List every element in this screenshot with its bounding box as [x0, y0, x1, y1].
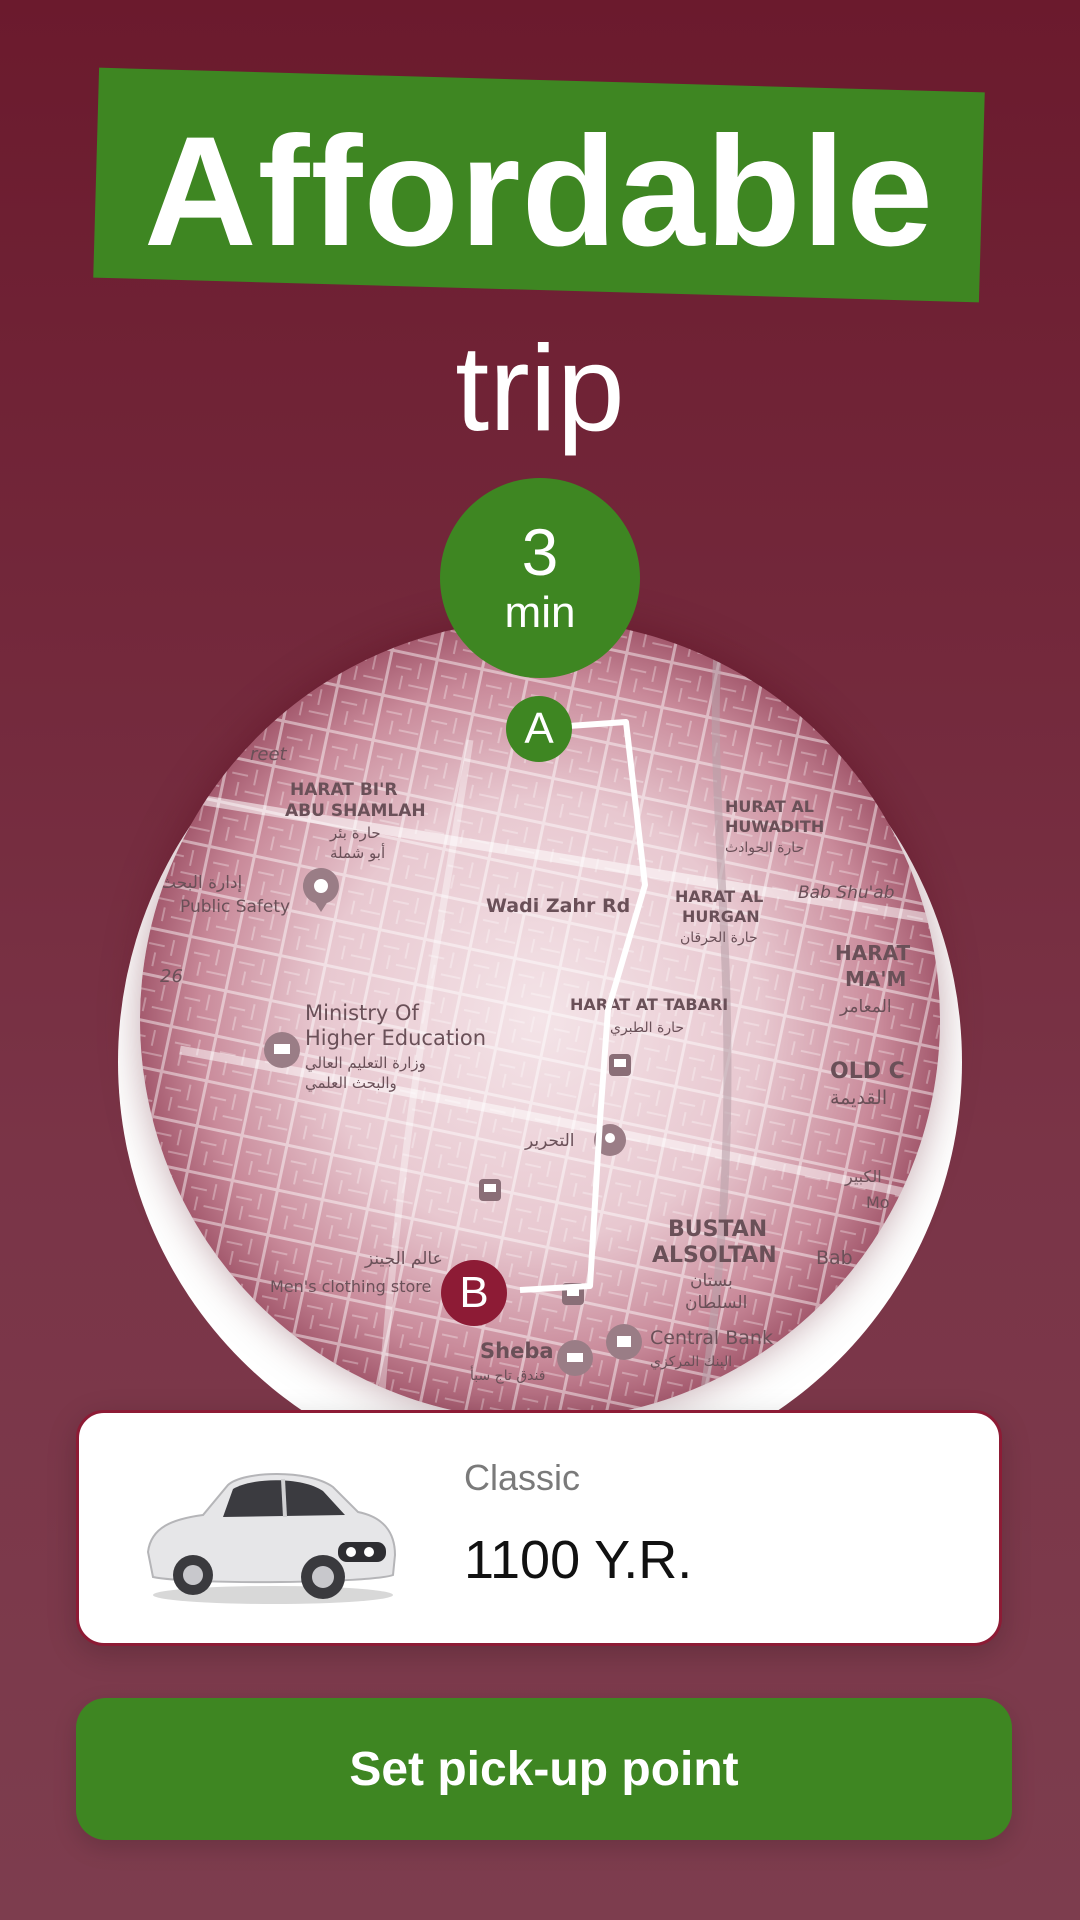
headline-title: Affordable	[144, 104, 934, 279]
eta-badge: 3 min	[440, 478, 640, 678]
car-icon	[146, 1473, 397, 1604]
map-label: القديمة	[830, 1087, 887, 1109]
map-label: حارة الطبري	[610, 1020, 684, 1036]
set-pickup-point-button[interactable]: Set pick-up point	[76, 1698, 1012, 1840]
map-label: Bab	[816, 1247, 853, 1269]
map-label: Hospi	[860, 755, 905, 774]
map-label: Central Bank	[650, 1327, 773, 1349]
map-label: بستان	[690, 1271, 733, 1291]
pickup-marker[interactable]: A	[506, 696, 572, 762]
map-label: وزارة التعليم العالي	[305, 1054, 426, 1073]
map-label: عالم الجينز	[364, 1249, 443, 1269]
map-label: OLD C	[830, 1059, 905, 1084]
map-label: HARAT AL	[675, 887, 763, 906]
map-label: السلطان	[685, 1293, 747, 1313]
map-label: HURGAN	[682, 907, 760, 926]
bus-stop-icon	[609, 1054, 631, 1076]
ride-option-card[interactable]: Classic 1100 Y.R.	[76, 1410, 1002, 1646]
ride-price: 1100 Y.R.	[464, 1530, 693, 1590]
map-label: MA'M	[845, 967, 906, 991]
map-label: BUSTAN	[668, 1217, 767, 1242]
map-label: HARAT	[835, 941, 911, 965]
map-label: Men's clothing store	[270, 1277, 431, 1296]
map-label: reet	[250, 744, 288, 765]
eta-unit: min	[504, 587, 576, 637]
map-label: Public Safety	[180, 897, 290, 917]
map-label: حارة الحرقان	[680, 930, 758, 946]
map-label: حارة بئر	[329, 824, 381, 842]
map-label: HURAT AL	[725, 797, 814, 816]
bus-stop-icon	[479, 1179, 501, 1201]
map-label: فندق تاج سبأ	[470, 1365, 545, 1384]
map-label: حارة الحوادث	[725, 840, 804, 856]
map-label: ABU SHAMLAH	[285, 801, 426, 821]
map-label: البنك المركزي	[650, 1354, 732, 1370]
map-label: الكبير	[844, 1167, 882, 1187]
poi-pin-icon	[557, 1340, 593, 1376]
map-label: Sheba	[480, 1339, 554, 1363]
ride-class-label: Classic	[464, 1457, 581, 1498]
map-label: HARAT BI'R	[290, 780, 397, 800]
poi-pin-icon	[606, 1324, 642, 1360]
map-label: أبو شملة	[330, 843, 385, 862]
map-label: والبحث العلمي	[305, 1074, 397, 1093]
map-label: Ministry Of	[305, 1001, 420, 1025]
map-label: 26	[160, 966, 183, 987]
headline-subtitle: trip	[455, 320, 625, 456]
map-label: Mo	[866, 1193, 890, 1212]
poi-pin-icon	[264, 1032, 300, 1068]
map-label: Bab Shu'ab	[798, 883, 895, 903]
map-label: HUWADITH	[725, 817, 824, 836]
map-label: التحرير	[524, 1131, 575, 1151]
map-label: Higher Education	[305, 1026, 486, 1050]
eta-value: 3	[521, 514, 559, 589]
map-label: HARAT AT TABARI	[570, 995, 728, 1014]
dropoff-marker[interactable]: B	[441, 1260, 507, 1326]
map-label: إدارة البحث	[160, 873, 242, 893]
map-label: ALSOLTAN	[652, 1243, 777, 1268]
map-label: المعامر	[839, 997, 892, 1017]
map-label: Wadi Zahr Rd	[486, 895, 630, 917]
